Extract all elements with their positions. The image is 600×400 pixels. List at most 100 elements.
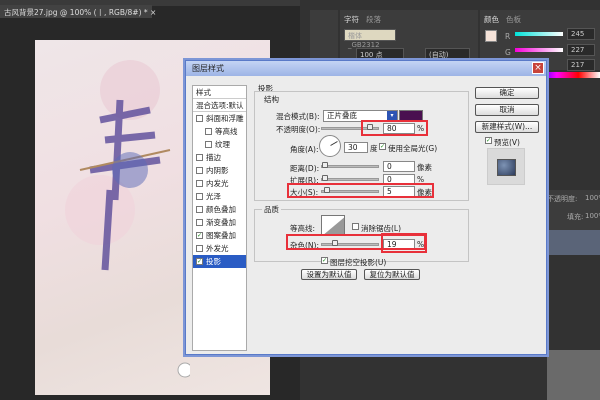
font-family-field[interactable]: 楷体_GB2312	[344, 29, 396, 49]
checkbox-icon[interactable]	[196, 167, 203, 174]
style-item-label: 内发光	[206, 179, 229, 188]
blend-options-item[interactable]: 混合选项:默认	[193, 99, 246, 112]
global-light-checkbox[interactable]: ✓ 使用全局光(G)	[379, 143, 437, 154]
angle-dial[interactable]	[319, 135, 341, 157]
b-value[interactable]: 217	[567, 59, 595, 71]
tab-character[interactable]: 字符	[344, 14, 359, 25]
character-panel: 字符 段落 楷体_GB2312 100 点 (自动)	[340, 10, 478, 60]
style-item[interactable]: 渐变叠加	[193, 216, 246, 229]
style-item[interactable]: 光泽	[193, 190, 246, 203]
opacity-label: 不透明度:	[547, 195, 578, 203]
highlight-box	[361, 120, 428, 136]
layers-panel: 不透明度: 100% 填充: 100%	[545, 190, 600, 230]
spread-slider[interactable]	[321, 175, 379, 181]
checkbox-icon[interactable]	[205, 128, 212, 135]
cancel-button[interactable]: 取消	[475, 104, 539, 116]
dialog-title-bar[interactable]: 图层样式	[186, 61, 546, 76]
opacity-label: 不透明度(O):	[276, 125, 321, 134]
style-item[interactable]: 描边	[193, 151, 246, 164]
g-slider[interactable]	[515, 48, 563, 52]
checkbox-icon[interactable]	[196, 180, 203, 187]
contour-label: 等高线:	[290, 224, 316, 233]
style-item-label: 纹理	[215, 140, 230, 149]
style-item-label: 光泽	[206, 192, 221, 201]
checkbox-icon[interactable]: ✓	[196, 232, 203, 239]
highlight-box	[287, 183, 434, 198]
style-item[interactable]: 颜色叠加	[193, 203, 246, 216]
structure-title: 结构	[262, 94, 281, 105]
document-title: 古风背景27.jpg @ 100% (丨, RGB/8#) *	[4, 8, 148, 17]
dialog-title: 图层样式	[192, 64, 224, 73]
distance-input[interactable]: 0	[383, 161, 415, 172]
checkbox-icon[interactable]	[196, 219, 203, 226]
highlight-box	[381, 233, 427, 253]
style-item[interactable]: ✓ 投影	[193, 255, 246, 268]
contour-icon	[324, 217, 344, 234]
panel-dock	[310, 10, 338, 60]
tab-swatches[interactable]: 色板	[506, 14, 521, 25]
style-item-label: 图案叠加	[206, 231, 236, 240]
layer-style-dialog: 图层样式 × 样式 混合选项:默认 斜面和浮雕等高线纹理描边内阴影内发光光泽颜色…	[185, 60, 547, 355]
blend-mode-value: 正片叠底	[327, 111, 357, 120]
preview-thumbnail	[487, 148, 525, 185]
style-item[interactable]: 内发光	[193, 177, 246, 190]
checkbox-icon[interactable]	[196, 193, 203, 200]
close-tab-icon[interactable]: ×	[150, 8, 156, 17]
style-item[interactable]: 斜面和浮雕	[193, 112, 246, 125]
checkbox-icon[interactable]	[196, 245, 203, 252]
style-item-label: 外发光	[206, 244, 229, 253]
tab-paragraph[interactable]: 段落	[366, 14, 381, 25]
angle-label: 角度(A):	[290, 145, 319, 154]
spread-slider-thumb[interactable]	[322, 175, 328, 181]
checkbox-icon[interactable]	[196, 115, 203, 122]
style-item-label: 斜面和浮雕	[206, 114, 244, 123]
tab-color[interactable]: 颜色	[484, 14, 499, 25]
g-label: G	[505, 48, 511, 57]
style-item-label: 颜色叠加	[206, 205, 236, 214]
opacity-value[interactable]: 100%	[585, 194, 600, 202]
style-item-label: 内阴影	[206, 166, 229, 175]
fill-value[interactable]: 100%	[585, 212, 600, 220]
distance-slider[interactable]	[321, 162, 379, 168]
knockout-checkbox[interactable]: ✓ 图层挖空投影(U)	[321, 257, 386, 268]
checkbox-icon[interactable]	[205, 141, 212, 148]
foreground-color-swatch[interactable]	[485, 30, 497, 42]
new-style-button[interactable]: 新建样式(W)...	[475, 121, 539, 133]
styles-list: 样式 混合选项:默认 斜面和浮雕 等高线 纹理 描边 内阴影 内发光 光泽 颜色叠加 渐变叠加 ✓…	[192, 85, 247, 351]
quality-title: 品质	[262, 204, 281, 215]
style-item-label: 渐变叠加	[206, 218, 236, 227]
blend-mode-label: 混合模式(B):	[276, 112, 320, 121]
contour-picker[interactable]	[321, 215, 345, 235]
document-tab[interactable]: 古风背景27.jpg @ 100% (丨, RGB/8#) * ×	[0, 5, 156, 18]
ok-button[interactable]: 确定	[475, 87, 539, 99]
angle-input[interactable]: 30	[344, 142, 368, 153]
distance-slider-thumb[interactable]	[322, 162, 328, 168]
checkbox-icon[interactable]	[196, 154, 203, 161]
checkbox-icon[interactable]: ✓	[196, 258, 203, 265]
style-item-label: 等高线	[215, 127, 238, 136]
leading-field[interactable]: (自动)	[425, 48, 470, 60]
r-value[interactable]: 245	[567, 28, 595, 40]
close-icon[interactable]: ×	[532, 62, 544, 74]
preview-label: 预览(V)	[494, 138, 520, 147]
font-size-field[interactable]: 100 点	[356, 48, 404, 60]
checkbox-icon: ✓	[321, 257, 328, 264]
r-label: R	[505, 32, 511, 41]
style-item[interactable]: ✓ 图案叠加	[193, 229, 246, 242]
reset-default-button[interactable]: 复位为默认值	[364, 269, 420, 280]
style-item-label: 投影	[206, 257, 221, 266]
selected-layer-row[interactable]	[545, 230, 600, 255]
style-item-label: 描边	[206, 153, 221, 162]
style-item[interactable]: 纹理	[193, 138, 246, 151]
style-item[interactable]: 内阴影	[193, 164, 246, 177]
make-default-button[interactable]: 设置为默认值	[301, 269, 357, 280]
style-item[interactable]: 外发光	[193, 242, 246, 255]
styles-header[interactable]: 样式	[193, 86, 246, 99]
preview-checkbox[interactable]: ✓ 预览(V)	[485, 137, 520, 148]
global-light-label: 使用全局光(G)	[388, 144, 438, 153]
style-item[interactable]: 等高线	[193, 125, 246, 138]
r-slider[interactable]	[515, 32, 563, 36]
checkbox-icon	[352, 223, 359, 230]
checkbox-icon[interactable]	[196, 206, 203, 213]
g-value[interactable]: 227	[567, 44, 595, 56]
